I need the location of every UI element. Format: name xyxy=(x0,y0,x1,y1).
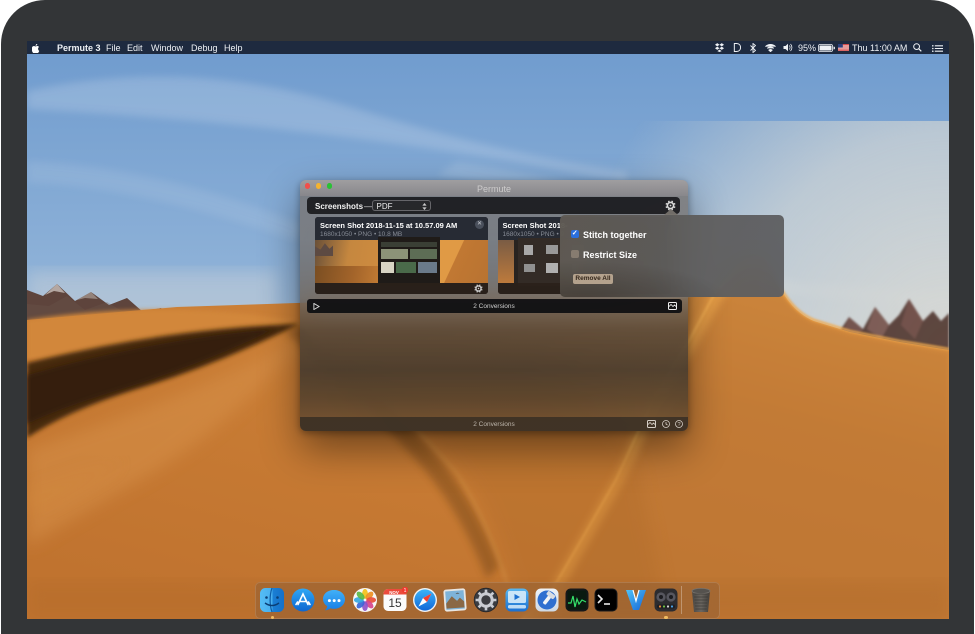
svg-text:NOV: NOV xyxy=(389,590,399,595)
svg-text:?: ? xyxy=(677,422,680,428)
svg-text:1: 1 xyxy=(404,588,407,594)
svg-text:15: 15 xyxy=(388,596,402,610)
